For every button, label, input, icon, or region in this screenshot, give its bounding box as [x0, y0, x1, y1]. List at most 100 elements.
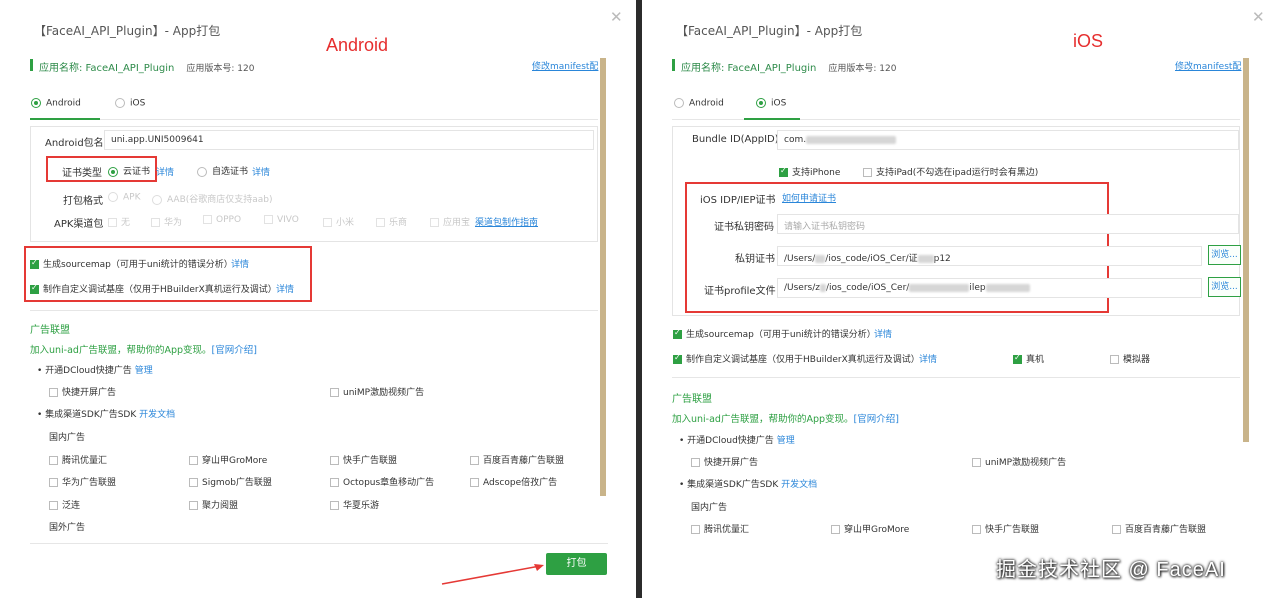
channel-option[interactable]: 小米 — [323, 215, 354, 228]
ad-intro-link[interactable]: [官网介绍] — [212, 345, 257, 356]
ad-section-title: 广告联盟 — [30, 325, 70, 336]
channel-sdk-label: 集成渠道SDK广告SDK — [687, 480, 779, 490]
cert-custom-option[interactable]: 自选证书 — [197, 164, 248, 177]
ad-invite-label: 加入uni-ad广告联盟，帮助你的App变现。 — [672, 414, 854, 425]
sourcemap-checkbox[interactable]: 生成sourcemap（可用于uni统计的错误分析） — [673, 327, 876, 340]
channel-option[interactable]: 无 — [108, 215, 130, 228]
browse-profile-button[interactable]: 浏览... — [1208, 277, 1241, 297]
custom-base-label: 制作自定义调试基座（仅用于HBuilderX真机运行及调试） — [686, 355, 920, 365]
checkbox-icon — [189, 478, 198, 487]
tab-android[interactable]: Android — [31, 98, 81, 109]
manage-link[interactable]: 管理 — [777, 436, 795, 446]
custom-base-checkbox[interactable]: 制作自定义调试基座（仅用于HBuilderX真机运行及调试） — [673, 352, 920, 365]
dev-docs-link[interactable]: 开发文档 — [781, 480, 817, 490]
channel-option[interactable]: 乐商 — [376, 215, 407, 228]
ad-checkbox[interactable]: 穿山甲GroMore — [831, 522, 909, 535]
pack-apk-option[interactable]: APK — [108, 192, 141, 203]
redacted-text — [917, 254, 934, 263]
ad-checkbox[interactable]: Sigmob广告联盟 — [189, 475, 272, 488]
checkbox-icon — [203, 215, 212, 224]
support-ipad-checkbox[interactable]: 支持iPad(不勾选在ipad运行时会有黑边) — [863, 165, 1038, 178]
edit-manifest-link[interactable]: 修改manifest配 — [532, 59, 598, 72]
ad-label: 穿山甲GroMore — [202, 456, 268, 466]
channel-option[interactable]: OPPO — [203, 215, 241, 225]
channel-label: APK渠道包 — [54, 219, 104, 230]
domestic-ads-heading: 国内广告 — [691, 503, 728, 513]
pack-format-label: 打包格式 — [63, 196, 103, 207]
ad-checkbox[interactable]: 快手广告联盟 — [330, 453, 397, 466]
channel-option[interactable]: 华为 — [151, 215, 182, 228]
ad-intro-link[interactable]: [官网介绍] — [854, 414, 899, 425]
ad-checkbox[interactable]: 华夏乐游 — [330, 498, 379, 511]
ad-checkbox[interactable]: 腾讯优量汇 — [49, 453, 107, 466]
custom-base-checkbox[interactable]: 制作自定义调试基座（仅用于HBuilderX真机运行及调试） — [30, 282, 277, 295]
sourcemap-checkbox[interactable]: 生成sourcemap（可用于uni统计的错误分析） — [30, 257, 233, 270]
custom-base-detail-link[interactable]: 详情 — [919, 352, 937, 365]
cert-custom-detail-link[interactable]: 详情 — [252, 165, 270, 178]
key-cert-input[interactable]: /Users/ /ios_code/iOS_Cer/证 p12 — [777, 246, 1202, 266]
close-icon[interactable]: ✕ — [610, 8, 623, 26]
browse-key-cert-button[interactable]: 浏览... — [1208, 245, 1241, 265]
close-icon[interactable]: ✕ — [1252, 8, 1265, 26]
dialog-title: 【FaceAI_API_Plugin】- App打包 — [676, 24, 863, 38]
ad-checkbox[interactable]: 聚力阅盟 — [189, 498, 238, 511]
scrollbar-thumb[interactable] — [600, 58, 606, 496]
package-input[interactable]: uni.app.UNI5009641 — [104, 130, 594, 150]
channel-option[interactable]: VIVO — [264, 215, 299, 225]
quick-splash-checkbox[interactable]: 快捷开屏广告 — [49, 385, 116, 398]
ad-checkbox[interactable]: 快手广告联盟 — [972, 522, 1039, 535]
dev-docs-link[interactable]: 开发文档 — [139, 410, 175, 420]
ad-invite-text: 加入uni-ad广告联盟，帮助你的App变现。[官网介绍] — [30, 342, 257, 356]
cert-cloud-detail-link[interactable]: 详情 — [156, 165, 174, 178]
sourcemap-detail-link[interactable]: 详情 — [874, 327, 892, 340]
footer-divider — [30, 543, 608, 544]
ad-checkbox[interactable]: 泛连 — [49, 498, 80, 511]
ios-pack-dialog: 【FaceAI_API_Plugin】- App打包 ✕ iOS 应用名称: F… — [642, 0, 1279, 598]
unimp-video-checkbox[interactable]: uniMP激励视频广告 — [972, 455, 1066, 468]
ad-checkbox[interactable]: Adscope倍孜广告 — [470, 475, 557, 488]
cert-pwd-input[interactable]: 请输入证书私钥密码 — [777, 214, 1239, 234]
bundle-input[interactable]: com. — [777, 130, 1239, 150]
ad-checkbox[interactable]: 穿山甲GroMore — [189, 453, 267, 466]
sourcemap-detail-link[interactable]: 详情 — [231, 257, 249, 270]
tab-ios[interactable]: iOS — [756, 98, 786, 109]
idp-link[interactable]: 如何申请证书 — [782, 191, 836, 204]
unimp-video-checkbox[interactable]: uniMP激励视频广告 — [330, 385, 424, 398]
edit-manifest-link[interactable]: 修改manifest配 — [1175, 59, 1241, 72]
checkbox-icon — [108, 218, 117, 227]
ad-checkbox[interactable]: 百度百青藤广告联盟 — [1112, 522, 1206, 535]
quick-splash-checkbox[interactable]: 快捷开屏广告 — [691, 455, 758, 468]
profile-input[interactable]: /Users/z/ios_code/iOS_Cer/ilep — [777, 278, 1202, 298]
ad-checkbox[interactable]: 百度百青藤广告联盟 — [470, 453, 564, 466]
unimp-video-label: uniMP激励视频广告 — [985, 458, 1067, 468]
cert-cloud-option[interactable]: 云证书 — [108, 164, 150, 177]
channel-guide-link[interactable]: 渠道包制作指南 — [475, 215, 538, 228]
checkbox-icon — [330, 501, 339, 510]
scrollbar-thumb[interactable] — [1243, 58, 1249, 442]
ad-checkbox[interactable]: 腾讯优量汇 — [691, 522, 749, 535]
support-iphone-checkbox[interactable]: 支持iPhone — [779, 165, 840, 178]
checkbox-icon — [30, 258, 39, 269]
checkbox-icon — [189, 456, 198, 465]
ad-checkbox[interactable]: Octopus章鱼移动广告 — [330, 475, 434, 488]
ad-checkbox[interactable]: 华为广告联盟 — [49, 475, 116, 488]
scrollbar[interactable] — [1243, 58, 1249, 442]
unimp-video-label: uniMP激励视频广告 — [343, 388, 425, 398]
dialog-title: 【FaceAI_API_Plugin】- App打包 — [34, 24, 221, 38]
ad-label: 华为广告联盟 — [62, 478, 117, 488]
manage-link[interactable]: 管理 — [135, 366, 153, 376]
channel-sdk-item: • 集成渠道SDK广告SDK 开发文档 — [37, 410, 176, 420]
tab-active-indicator — [30, 118, 100, 120]
tab-android[interactable]: Android — [674, 98, 724, 109]
tab-ios[interactable]: iOS — [115, 98, 145, 109]
channel-option[interactable]: 应用宝 — [430, 215, 470, 228]
pack-aab-option[interactable]: AAB(谷歌商店仅支持aab) — [152, 192, 273, 205]
custom-base-detail-link[interactable]: 详情 — [276, 282, 294, 295]
ad-label: Sigmob广告联盟 — [202, 478, 272, 488]
dcloud-ads-item: • 开通DCloud快捷广告 管理 — [679, 436, 795, 446]
simulator-checkbox[interactable]: 模拟器 — [1110, 352, 1150, 365]
scrollbar[interactable] — [600, 58, 606, 496]
checkbox-icon — [30, 283, 39, 294]
real-device-checkbox[interactable]: 真机 — [1013, 352, 1044, 365]
pack-button[interactable]: 打包 — [546, 553, 607, 575]
